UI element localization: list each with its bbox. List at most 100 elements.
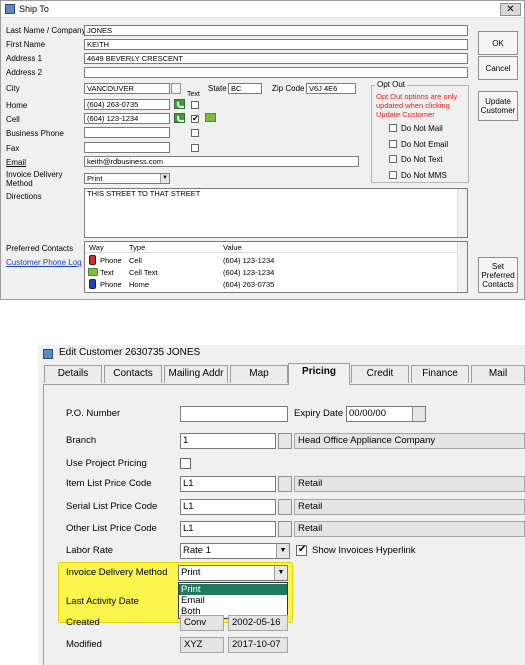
invoice-delivery-method-select[interactable]: Print ▼ xyxy=(178,565,288,581)
state-label: State xyxy=(208,84,227,93)
serial-list-price-name-display: Retail xyxy=(294,499,525,515)
labor-rate-value: Rate 1 xyxy=(183,545,211,556)
invoice-delivery-dropdown-list: Print Email Both xyxy=(178,582,288,619)
directions-label: Directions xyxy=(6,192,42,201)
table-header: Way Type Value xyxy=(85,242,467,253)
item-list-price-code-label: Item List Price Code xyxy=(66,478,152,489)
chevron-down-icon[interactable]: ▼ xyxy=(274,566,287,580)
show-invoices-hyperlink-checkbox[interactable] xyxy=(296,544,307,556)
item-list-price-code-field[interactable]: L1 xyxy=(180,476,276,492)
row-way: Text xyxy=(100,268,114,277)
expiry-date-value: 00/00/00 xyxy=(349,408,386,419)
fax-text-checkbox[interactable] xyxy=(191,144,199,152)
close-button[interactable]: ✕ xyxy=(500,3,521,16)
do-not-mms-label: Do Not MMS xyxy=(401,171,447,180)
serial-list-price-code-field[interactable]: L1 xyxy=(180,499,276,515)
directions-field[interactable]: THIS STREET TO THAT STREET xyxy=(84,188,468,238)
labor-rate-select[interactable]: Rate 1 ▼ xyxy=(180,543,290,559)
do-not-text-checkbox[interactable] xyxy=(389,155,397,163)
address1-field[interactable]: 4649 BEVERLY CRESCENT xyxy=(84,53,468,64)
item-list-price-lookup-button[interactable] xyxy=(278,476,292,492)
address2-label: Address 2 xyxy=(6,68,43,77)
po-number-field[interactable] xyxy=(180,406,288,422)
chevron-down-icon[interactable]: ▼ xyxy=(160,174,169,183)
other-list-price-code-field[interactable]: L1 xyxy=(180,521,276,537)
home-phone-field[interactable]: (604) 263-0735 xyxy=(84,99,170,110)
invoice-delivery-method-label: Invoice Delivery Method xyxy=(66,567,168,578)
last-name-field[interactable]: JONES xyxy=(84,25,468,36)
send-text-message-icon[interactable] xyxy=(205,113,216,122)
business-phone-field[interactable] xyxy=(84,127,170,138)
email-field[interactable]: keith@rdbusiness.com xyxy=(84,156,359,167)
zip-label: Zip Code xyxy=(272,84,305,93)
cell-text-checkbox[interactable] xyxy=(191,114,199,123)
business-text-checkbox[interactable] xyxy=(191,129,199,137)
expiry-date-label: Expiry Date xyxy=(294,408,344,419)
email-label: Email xyxy=(6,158,27,167)
row-type: Home xyxy=(129,280,150,289)
first-name-field[interactable]: KEITH xyxy=(84,39,468,50)
other-list-price-name-display: Retail xyxy=(294,521,525,537)
call-cell-phone-icon[interactable] xyxy=(174,113,185,123)
other-list-price-lookup-button[interactable] xyxy=(278,521,292,537)
row-type: Cell xyxy=(129,256,142,265)
tab-finance[interactable]: Finance xyxy=(411,365,469,383)
invoice-delivery-select[interactable]: Print ▼ xyxy=(84,173,170,184)
zip-field[interactable]: V6J 4E6 xyxy=(306,83,356,94)
invoice-delivery-label: Invoice Delivery Method xyxy=(6,170,63,188)
use-project-pricing-label: Use Project Pricing xyxy=(66,458,147,469)
tab-credit[interactable]: Credit xyxy=(351,365,409,383)
business-phone-label: Business Phone xyxy=(6,129,64,138)
dropdown-option-print[interactable]: Print xyxy=(179,584,287,595)
cancel-button[interactable]: Cancel xyxy=(478,56,518,80)
show-invoices-hyperlink-label: Show Invoices Hyperlink xyxy=(312,545,416,556)
table-scrollbar[interactable] xyxy=(457,242,467,292)
fax-field[interactable] xyxy=(84,142,170,153)
invoice-delivery-method-value: Print xyxy=(181,567,201,578)
ship-to-titlebar: Ship To ✕ xyxy=(1,1,524,18)
serial-list-price-lookup-button[interactable] xyxy=(278,499,292,515)
created-label: Created xyxy=(66,617,100,628)
tab-pricing[interactable]: Pricing xyxy=(288,363,350,385)
tab-mailing-addr[interactable]: Mailing Addr xyxy=(164,365,228,383)
customer-phone-log-link[interactable]: Customer Phone Log xyxy=(6,258,82,267)
row-way: Phone xyxy=(100,256,122,265)
expiry-date-field[interactable]: 00/00/00 xyxy=(346,406,426,422)
city-field[interactable]: VANCOUVER xyxy=(84,83,170,94)
directions-text: THIS STREET TO THAT STREET xyxy=(87,189,201,198)
window-app-icon xyxy=(5,4,15,14)
tab-map[interactable]: Map xyxy=(230,365,288,383)
update-customer-button[interactable]: Update Customer xyxy=(478,91,518,121)
branch-lookup-button[interactable] xyxy=(278,433,292,449)
use-project-pricing-checkbox[interactable] xyxy=(180,458,191,469)
ok-button[interactable]: OK xyxy=(478,31,518,55)
created-by-display: Conv xyxy=(180,615,224,631)
phone-icon xyxy=(89,255,96,265)
branch-field[interactable]: 1 xyxy=(180,433,276,449)
other-list-price-code-label: Other List Price Code xyxy=(66,523,157,534)
row-value: (604) 123-1234 xyxy=(223,268,275,277)
tab-contacts[interactable]: Contacts xyxy=(104,365,162,383)
dropdown-option-email[interactable]: Email xyxy=(179,595,287,606)
call-home-phone-icon[interactable] xyxy=(174,99,185,109)
city-lookup-button[interactable] xyxy=(171,83,181,94)
state-field[interactable]: BC xyxy=(228,83,262,94)
first-name-label: First Name xyxy=(6,40,46,49)
phone-icon xyxy=(89,279,96,289)
cell-phone-field[interactable]: (604) 123-1234 xyxy=(84,113,170,124)
do-not-mail-checkbox[interactable] xyxy=(389,124,397,132)
tab-details[interactable]: Details xyxy=(44,365,102,383)
directions-scrollbar[interactable] xyxy=(457,189,467,237)
set-preferred-contacts-button[interactable]: Set Preferred Contacts xyxy=(478,257,518,293)
home-text-checkbox[interactable] xyxy=(191,101,199,109)
calendar-icon[interactable] xyxy=(412,407,425,421)
do-not-email-checkbox[interactable] xyxy=(389,140,397,148)
po-number-label: P.O. Number xyxy=(66,408,121,419)
tab-mail[interactable]: Mail xyxy=(471,365,525,383)
do-not-mms-checkbox[interactable] xyxy=(389,171,397,179)
preferred-contacts-label: Preferred Contacts xyxy=(6,244,74,253)
city-label: City xyxy=(6,84,20,93)
modified-by-display: XYZ xyxy=(180,637,224,653)
chevron-down-icon[interactable]: ▼ xyxy=(276,544,289,558)
address2-field[interactable] xyxy=(84,67,468,78)
